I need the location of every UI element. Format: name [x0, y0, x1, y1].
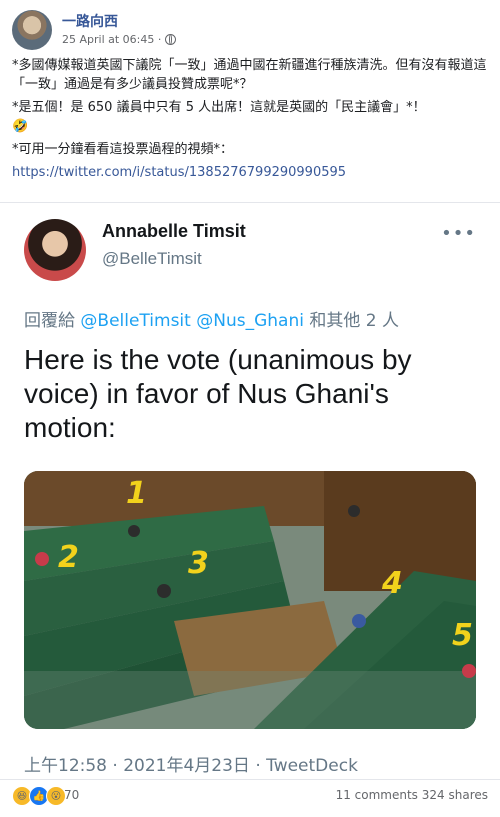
chamber-photo: 1 2 3 4 5 [24, 471, 476, 729]
annotation-number-3: 3 [188, 546, 209, 581]
embedded-tweet-image[interactable]: Annabelle Timsit @BelleTimsit ••• 回覆給 @B… [0, 202, 500, 780]
annotation-number-1: 1 [126, 476, 147, 511]
post-body: *多國傳媒報道英國下議院「一致」通過中國在新疆進行種族清洗。但有沒有報道這「一致… [12, 56, 488, 186]
post-header: 一路向西 25 April at 06:45 · [12, 10, 488, 50]
author-name[interactable]: 一路向西 [62, 11, 118, 31]
wow-reaction-icon: 😮 [46, 786, 66, 806]
post-meta: 25 April at 06:45 · [62, 33, 177, 46]
reactions-bar: 😆 👍 😮 70 11 comments 324 shares [12, 786, 488, 806]
post-paragraph-2-text: *是五個！是 650 議員中只有 5 人出席！這就是英國的「民主議會」*！ [12, 100, 426, 115]
annotation-number-5: 5 [452, 618, 473, 653]
tweet-author-name: Annabelle Timsit [102, 221, 246, 241]
shares-count[interactable]: 324 shares [422, 788, 488, 802]
tweet-author-handle: @BelleTimsit [102, 249, 202, 268]
tweet-link[interactable]: https://twitter.com/i/status/13852767992… [12, 165, 346, 180]
reaction-count[interactable]: 70 [64, 788, 79, 802]
post-paragraph-2: *是五個！是 650 議員中只有 5 人出席！這就是英國的「民主議會」*！ 🤣 [12, 98, 488, 136]
author-avatar[interactable] [12, 10, 52, 50]
tweet-text: Here is the vote (unanimous by voice) in… [24, 344, 412, 443]
reaction-icons[interactable]: 😆 👍 😮 [12, 786, 66, 806]
annotation-number-2: 2 [58, 540, 79, 575]
tweet-media-house-of-commons: 1 2 3 4 5 [24, 471, 476, 729]
rofl-emoji-icon: 🤣 [12, 119, 29, 134]
annotation-number-4: 4 [381, 566, 403, 601]
reply-prefix: 回覆給 [24, 311, 81, 331]
comments-count[interactable]: 11 comments [336, 788, 418, 802]
reply-mentions: @BelleTimsit @Nus_Ghani [80, 311, 304, 331]
tweet-author-avatar [24, 219, 86, 281]
tweet-reply-line: 回覆給 @BelleTimsit @Nus_Ghani 和其他 2 人 [24, 306, 399, 331]
reply-suffix: 和其他 2 人 [303, 311, 399, 331]
post-timestamp[interactable]: 25 April at 06:45 · [62, 33, 161, 46]
more-options-icon: ••• [441, 223, 476, 244]
post-stats: 11 comments 324 shares [336, 788, 488, 802]
globe-icon [165, 34, 177, 45]
post-paragraph-3: *可用一分鐘看看這投票過程的視頻*： [12, 142, 234, 157]
post-paragraph-1: *多國傳媒報道英國下議院「一致」通過中國在新疆進行種族清洗。但有沒有報道這「一致… [12, 58, 487, 92]
tweet-footer: 上午12:58 · 2021年4月23日 · TweetDeck [24, 756, 358, 776]
